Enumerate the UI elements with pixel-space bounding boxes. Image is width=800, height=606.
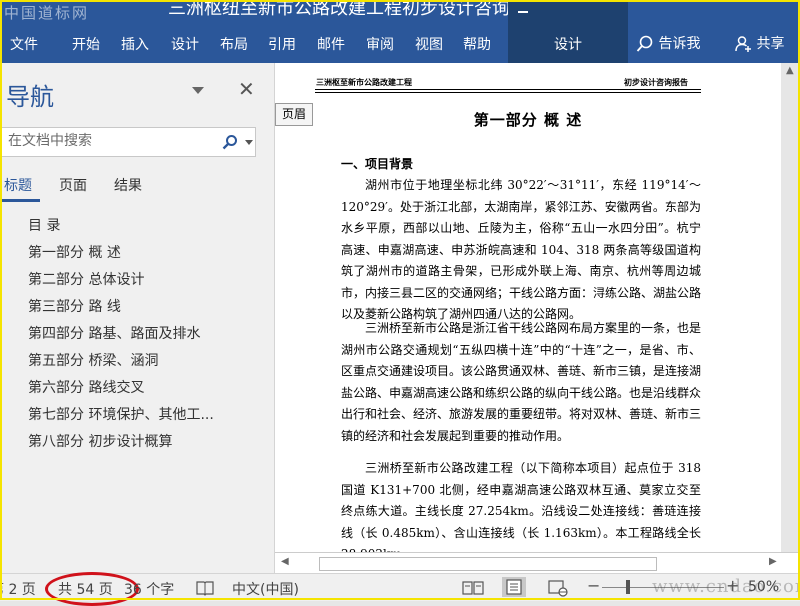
scroll-right-arrow-icon[interactable]: ▶ (769, 556, 777, 567)
search-input[interactable] (6, 132, 210, 150)
header-rule-secondary (315, 92, 701, 93)
zoom-out-button[interactable]: − (587, 576, 600, 595)
heading-item-part1[interactable]: 第一部分 概 述 (28, 242, 121, 262)
word-count-status[interactable]: 36 个字 (124, 579, 174, 599)
page-number-status[interactable]: 第 2 页 (0, 579, 36, 599)
print-layout-button[interactable] (502, 577, 526, 597)
zoom-slider-thumb[interactable] (626, 580, 630, 594)
share-button[interactable]: 共享 (734, 33, 784, 53)
header-right-text: 初步设计咨询报告 (624, 77, 688, 87)
tab-view[interactable]: 视图 (415, 34, 443, 54)
zoom-level[interactable]: 50% (748, 579, 779, 595)
tab-review[interactable]: 审阅 (366, 34, 394, 54)
tab-design[interactable]: 设计 (171, 34, 199, 54)
heading-item-part4[interactable]: 第四部分 路基、路面及排水 (28, 323, 200, 343)
header-left-text: 三洲枢至新市公路改建工程 (316, 77, 412, 87)
tab-context-design-label: 设计 (554, 37, 582, 53)
heading-item-part2[interactable]: 第二部分 总体设计 (28, 269, 144, 289)
close-icon[interactable]: ✕ (238, 77, 255, 101)
section-heading: 一、项目背景 (341, 157, 414, 171)
read-mode-icon[interactable] (462, 580, 484, 596)
ribbon-tab-bar: 文件 开始 插入 设计 布局 引用 邮件 审阅 视图 帮助 设计 告诉我 共享 (0, 27, 800, 63)
tab-help[interactable]: 帮助 (463, 34, 491, 54)
tab-references[interactable]: 引用 (268, 34, 296, 54)
search-options-chevron-icon[interactable] (245, 140, 253, 145)
active-tab-underline (0, 199, 40, 202)
tab-file[interactable]: 文件 (10, 34, 38, 54)
share-label: 共享 (756, 36, 785, 52)
document-title: 第一部分 概 述 (473, 111, 583, 129)
tab-layout[interactable]: 布局 (220, 34, 248, 54)
search-icon[interactable] (222, 134, 238, 150)
heading-item-part6[interactable]: 第六部分 路线交叉 (28, 377, 144, 397)
horizontal-scroll-thumb[interactable] (319, 557, 657, 571)
heading-item-part7[interactable]: 第七部分 环境保护、其他工... (28, 404, 214, 424)
scroll-up-arrow-icon[interactable]: ▲ (786, 65, 794, 76)
header-rule (315, 89, 701, 90)
paragraph-2: 三洲桥至新市公路是浙江省干线公路网布局方案里的一条，也是湖州市公路交通规划“五纵… (341, 321, 702, 443)
heading-item-toc[interactable]: 目 录 (28, 215, 60, 235)
context-tab-header (508, 0, 628, 27)
tab-insert[interactable]: 插入 (121, 34, 149, 54)
nav-search-box (0, 127, 256, 157)
document-page[interactable]: 三洲枢至新市公路改建工程 初步设计咨询报告 页眉 第一部分 概 述 一、项目背景… (275, 63, 781, 552)
scroll-left-arrow-icon[interactable]: ◀ (281, 556, 289, 567)
person-share-icon (735, 36, 751, 52)
tab-mailings[interactable]: 邮件 (317, 34, 345, 54)
document-area: 三洲枢至新市公路改建工程 初步设计咨询报告 页眉 第一部分 概 述 一、项目背景… (275, 63, 800, 552)
nav-pane-title: 导航 (6, 83, 54, 111)
watermark-logo: 中国道标网 (4, 4, 90, 22)
heading-item-part3[interactable]: 第三部分 路 线 (28, 296, 121, 316)
nav-tab-headings[interactable]: 标题 (4, 175, 32, 195)
print-layout-icon (506, 579, 522, 595)
horizontal-scrollbar[interactable]: ◀ ▶ (275, 552, 800, 574)
tab-home[interactable]: 开始 (72, 34, 100, 54)
status-bar: 第 2 页 共 54 页 36 个字 中文(中国) − + www.cndao.… (0, 572, 800, 606)
tell-me-label: 告诉我 (658, 36, 701, 52)
navigation-pane: 导航 ✕ 标题 页面 结果 目 录 第一部分 概 述 第二部分 总体设计 第三部… (0, 63, 275, 573)
paragraph-3: 三洲桥至新市公路改建工程（以下简称本项目）起点位于 318 国道 K131+70… (341, 461, 701, 552)
web-layout-icon[interactable] (548, 579, 568, 597)
tab-context-design[interactable]: 设计 (508, 27, 628, 63)
heading-item-part5[interactable]: 第五部分 桥梁、涵洞 (28, 350, 158, 370)
nav-tab-results[interactable]: 结果 (114, 175, 142, 195)
language-status[interactable]: 中文(中国) (232, 579, 299, 599)
chevron-down-icon[interactable] (192, 87, 204, 95)
tell-me-box[interactable]: 告诉我 (636, 33, 700, 53)
vertical-scrollbar[interactable]: ▲ (782, 63, 800, 552)
minimize-icon[interactable] (518, 11, 528, 13)
heading-item-part8[interactable]: 第八部分 初步设计概算 (28, 431, 172, 451)
nav-tab-pages[interactable]: 页面 (59, 175, 87, 195)
title-bar: 中国道标网 三洲枢纽至新市公路改建工程初步设计咨询报告... (0, 0, 800, 27)
lightbulb-search-icon (636, 35, 653, 52)
window-title: 三洲枢纽至新市公路改建工程初步设计咨询报告... (168, 0, 564, 19)
proofing-book-icon[interactable] (196, 580, 214, 596)
paragraph-1: 湖州市位于地理坐标北纬 30°22′～31°11′，东经 119°14′～120… (341, 178, 702, 321)
